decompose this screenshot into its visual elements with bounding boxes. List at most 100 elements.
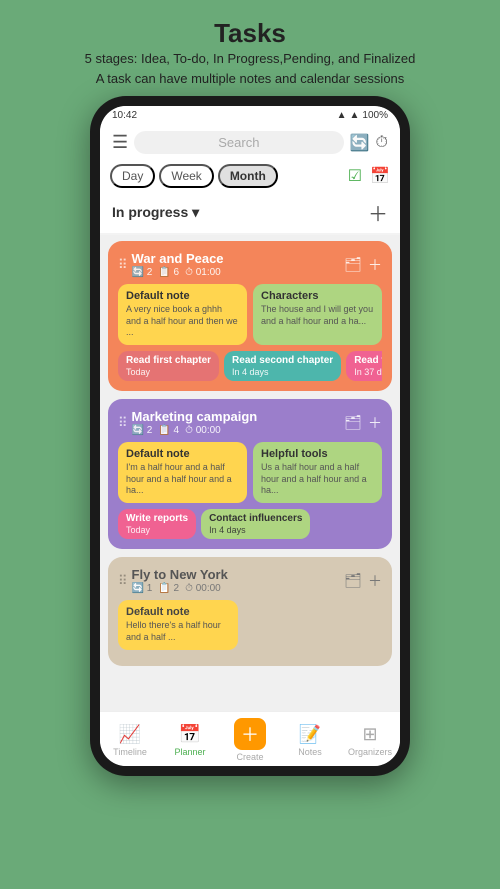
- note-title-default-1: Default note: [126, 290, 239, 302]
- refresh-icon[interactable]: 🔄: [350, 133, 370, 153]
- task-header-3: ⠿ Fly to New York 🔄 1 📋 2 ⏱ 00:00 🗂: [118, 567, 382, 594]
- tab-month[interactable]: Month: [218, 164, 278, 188]
- note-title-helpful-2: Helpful tools: [261, 448, 374, 460]
- page-subtitle2: A task can have multiple notes and calen…: [85, 69, 416, 89]
- status-bar: 10:42 ▲ ▲ 100%: [100, 106, 400, 125]
- note-tile-default-1[interactable]: Default note A very nice book a ghhh and…: [118, 284, 247, 345]
- task-card-marketing: ⠿ Marketing campaign 🔄 2 📋 4 ⏱ 00:00 🗂: [108, 399, 392, 549]
- task-card-war-and-peace: ⠿ War and Peace 🔄 2 📋 6 ⏱ 01:00 🗂: [108, 241, 392, 391]
- nav-label-planner: Planner: [174, 747, 205, 757]
- calendar-check-icon[interactable]: ☑: [348, 166, 362, 186]
- note-title-default-3: Default note: [126, 606, 230, 618]
- drag-icon-1: ⠿: [118, 257, 128, 273]
- task-title-1: War and Peace: [132, 251, 224, 266]
- nav-item-create[interactable]: ＋ Create: [220, 718, 280, 762]
- create-btn[interactable]: ＋: [234, 718, 266, 750]
- note-body-default-1: A very nice book a ghhh and a half hour …: [126, 304, 239, 339]
- chip-read-first[interactable]: Read first chapter Today: [118, 351, 219, 381]
- nav-item-timeline[interactable]: 📈 Timeline: [100, 724, 160, 757]
- stage-label: In progress ▾: [112, 204, 199, 221]
- task-header-2: ⠿ Marketing campaign 🔄 2 📋 4 ⏱ 00:00 🗂: [118, 409, 382, 436]
- note-tile-default-2[interactable]: Default note I'm a half hour and a half …: [118, 442, 247, 503]
- task-meta-3: 🔄 1 📋 2 ⏱ 00:00: [132, 583, 228, 594]
- task-actions-3: 🗂 ＋: [344, 571, 382, 591]
- task-meta-2: 🔄 2 📋 4 ⏱ 00:00: [132, 425, 258, 436]
- status-wifi: ▲: [350, 110, 360, 121]
- chip-sub-read-first: Today: [126, 367, 211, 377]
- task-meta-time-2: ⏱ 00:00: [185, 425, 221, 436]
- task-archive-icon-1[interactable]: 🗂: [344, 256, 362, 273]
- status-time: 10:42: [112, 110, 137, 121]
- task-add-icon-1[interactable]: ＋: [368, 255, 382, 275]
- task-title-row-1: ⠿ War and Peace 🔄 2 📋 6 ⏱ 01:00: [118, 251, 224, 278]
- date-tabs: Day Week Month ☑ 📅: [100, 160, 400, 192]
- bottom-nav: 📈 Timeline 📅 Planner ＋ Create 📝 Notes ⊞ …: [100, 711, 400, 766]
- chip-label-write-reports: Write reports: [126, 513, 188, 524]
- create-icon: ＋: [241, 721, 259, 747]
- chip-sub-write-reports: Today: [126, 525, 188, 535]
- task-archive-icon-3[interactable]: 🗂: [344, 572, 362, 589]
- task-actions-2: 🗂 ＋: [344, 413, 382, 433]
- status-right: ▲ ▲ 100%: [337, 110, 388, 121]
- note-tiles-3: Default note Hello there's a half hour a…: [118, 600, 382, 649]
- timer-icon[interactable]: ⏱: [376, 134, 388, 152]
- planner-icon: 📅: [179, 724, 201, 745]
- chip-label-read-third: Read th...: [354, 355, 382, 366]
- task-meta-1: 🔄 2 📋 6 ⏱ 01:00: [132, 267, 224, 278]
- search-placeholder: Search: [218, 135, 259, 150]
- nav-item-organizers[interactable]: ⊞ Organizers: [340, 724, 400, 757]
- note-tiles-2: Default note I'm a half hour and a half …: [118, 442, 382, 503]
- chip-contact-influencers[interactable]: Contact influencers In 4 days: [201, 509, 310, 539]
- organizers-icon: ⊞: [362, 724, 377, 745]
- chip-read-third[interactable]: Read th... In 37 da...: [346, 351, 382, 381]
- task-archive-icon-2[interactable]: 🗂: [344, 414, 362, 431]
- tab-week[interactable]: Week: [159, 164, 213, 188]
- drag-icon-2: ⠿: [118, 415, 128, 431]
- drag-icon-3: ⠿: [118, 573, 128, 589]
- calendar-view-icon[interactable]: 📅: [370, 166, 390, 186]
- task-meta-time-3: ⏱ 00:00: [185, 583, 221, 594]
- chip-read-second[interactable]: Read second chapter In 4 days: [224, 351, 341, 381]
- nav-item-notes[interactable]: 📝 Notes: [280, 724, 340, 757]
- add-task-btn[interactable]: ＋: [368, 198, 388, 227]
- timeline-icon: 📈: [119, 724, 141, 745]
- nav-label-organizers: Organizers: [348, 747, 392, 757]
- note-body-default-2: I'm a half hour and a half hour and a ha…: [126, 462, 239, 497]
- menu-icon[interactable]: ☰: [112, 132, 128, 153]
- note-title-default-2: Default note: [126, 448, 239, 460]
- status-signal: ▲: [337, 110, 347, 121]
- note-body-default-3: Hello there's a half hour and a half ...: [126, 620, 230, 643]
- nav-label-create: Create: [236, 752, 263, 762]
- stage-bar: In progress ▾ ＋: [100, 192, 400, 233]
- phone-screen: 10:42 ▲ ▲ 100% ☰ Search 🔄 ⏱ Day Week Mon…: [100, 106, 400, 766]
- tab-day[interactable]: Day: [110, 164, 155, 188]
- task-meta-notes-2: 📋 4: [158, 425, 179, 436]
- note-tiles-1: Default note A very nice book a ghhh and…: [118, 284, 382, 345]
- page-subtitle1: 5 stages: Idea, To-do, In Progress,Pendi…: [85, 49, 416, 69]
- task-meta-notes-3: 📋 2: [158, 583, 179, 594]
- nav-label-notes: Notes: [298, 747, 322, 757]
- task-title-row-3: ⠿ Fly to New York 🔄 1 📋 2 ⏱ 00:00: [118, 567, 228, 594]
- chip-label-read-second: Read second chapter: [232, 355, 333, 366]
- task-add-icon-2[interactable]: ＋: [368, 413, 382, 433]
- search-box[interactable]: Search: [134, 131, 343, 154]
- page-title: Tasks: [85, 18, 416, 49]
- tab-icons: ☑ 📅: [348, 166, 390, 186]
- notes-icon: 📝: [299, 724, 321, 745]
- task-title-row-2: ⠿ Marketing campaign 🔄 2 📋 4 ⏱ 00:00: [118, 409, 257, 436]
- chip-label-contact-influencers: Contact influencers: [209, 513, 302, 524]
- stage-selector[interactable]: In progress ▾: [112, 204, 199, 221]
- task-title-2: Marketing campaign: [132, 409, 258, 424]
- session-chips-1: Read first chapter Today Read second cha…: [118, 351, 382, 381]
- note-title-characters-1: Characters: [261, 290, 374, 302]
- note-tile-default-3[interactable]: Default note Hello there's a half hour a…: [118, 600, 238, 649]
- task-card-fly-new-york: ⠿ Fly to New York 🔄 1 📋 2 ⏱ 00:00 🗂: [108, 557, 392, 665]
- chip-write-reports[interactable]: Write reports Today: [118, 509, 196, 539]
- note-tile-characters-1[interactable]: Characters The house and I will get you …: [253, 284, 382, 345]
- task-meta-sessions-1: 🔄 2: [132, 267, 153, 278]
- note-tile-helpful-2[interactable]: Helpful tools Us a half hour and a half …: [253, 442, 382, 503]
- task-add-icon-3[interactable]: ＋: [368, 571, 382, 591]
- nav-item-planner[interactable]: 📅 Planner: [160, 724, 220, 757]
- session-chips-2: Write reports Today Contact influencers …: [118, 509, 382, 539]
- note-body-characters-1: The house and I will get you and a half …: [261, 304, 374, 327]
